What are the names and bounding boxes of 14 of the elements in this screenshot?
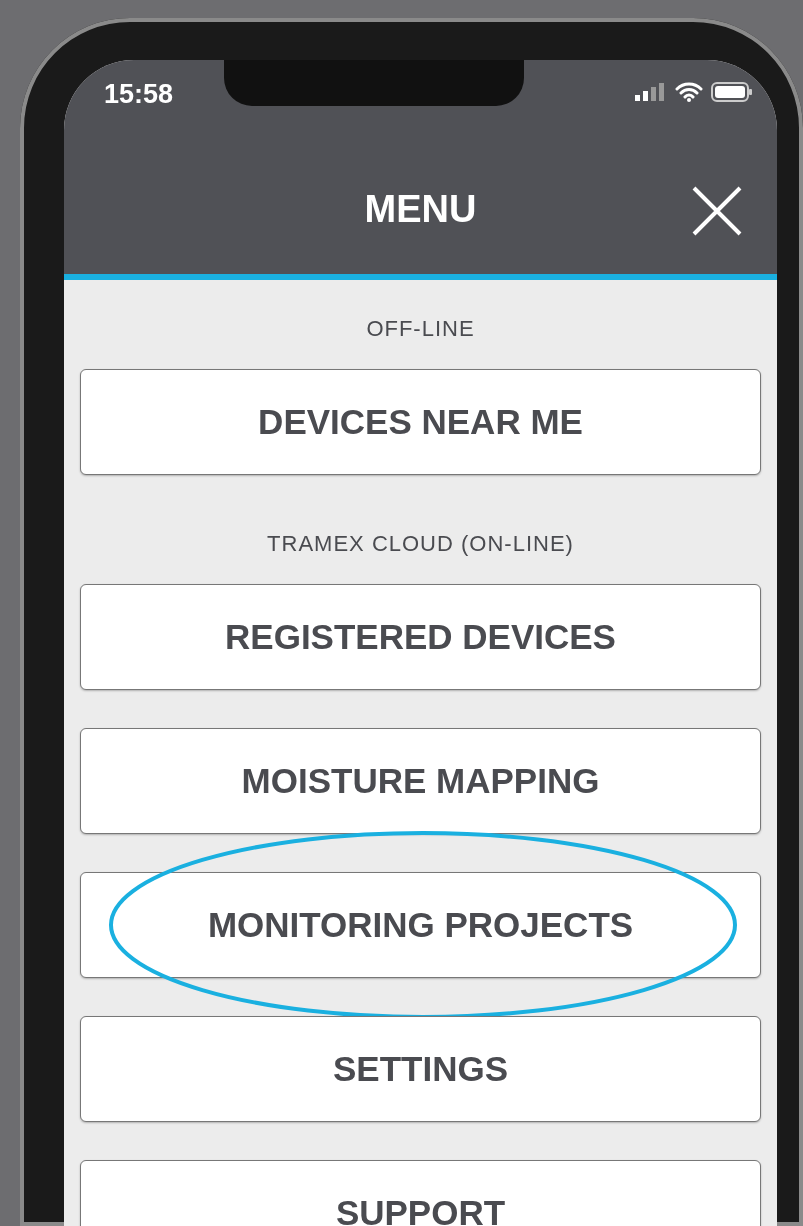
section-label: OFF-LINE [366, 316, 475, 341]
status-time: 15:58 [103, 78, 174, 111]
signal-icon [635, 83, 667, 101]
menu-button[interactable]: MONITORING PROJECTS [80, 872, 761, 978]
menu-button[interactable]: SETTINGS [80, 1016, 761, 1122]
menu-title: MENU [364, 187, 477, 232]
section-label: TRAMEX CLOUD (ON-LINE) [267, 531, 574, 556]
wifi-icon [675, 82, 703, 102]
menu-button[interactable]: REGISTERED DEVICES [80, 584, 761, 690]
menu-button[interactable]: MOISTURE MAPPING [80, 728, 761, 834]
menu-button[interactable]: DEVICES NEAR ME [80, 369, 761, 475]
close-icon[interactable] [691, 184, 743, 237]
battery-icon [711, 82, 753, 102]
menu-button[interactable]: SUPPORT [80, 1160, 761, 1226]
